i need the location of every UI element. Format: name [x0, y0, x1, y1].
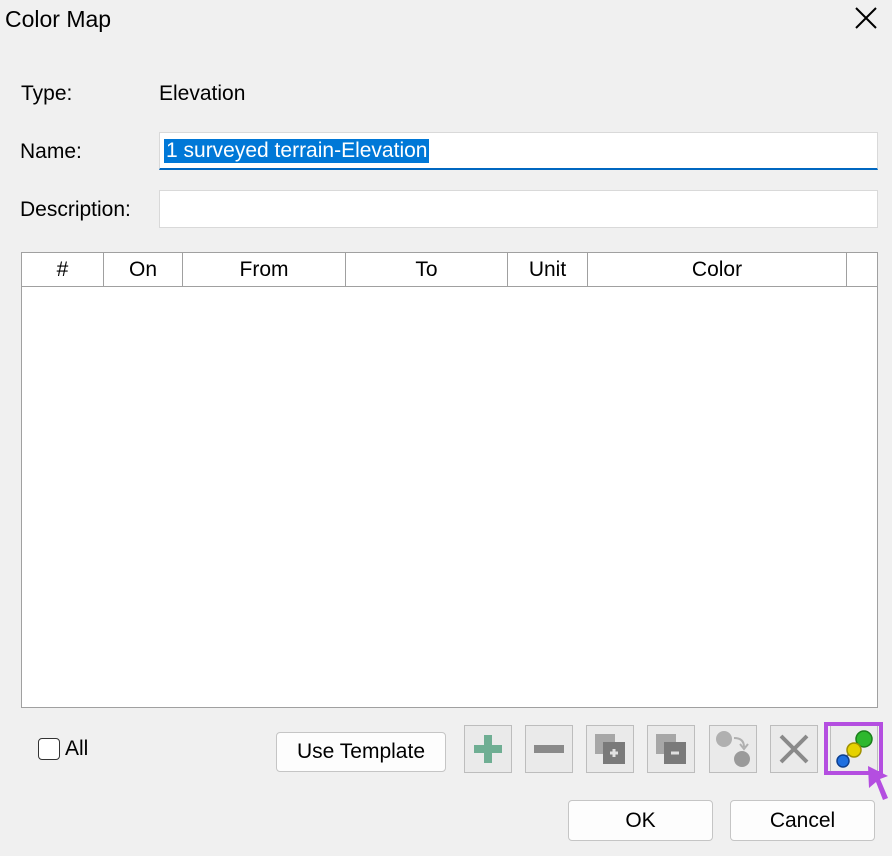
column-header-on[interactable]: On	[104, 253, 183, 286]
close-button[interactable]	[846, 0, 886, 36]
name-input-text: 1 surveyed terrain-Elevation	[164, 139, 430, 163]
description-input[interactable]	[159, 190, 878, 228]
add-row-icon	[474, 735, 502, 763]
type-label: Type:	[21, 82, 73, 105]
column-header-to[interactable]: To	[346, 253, 508, 286]
column-header-color[interactable]: Color	[588, 253, 847, 286]
all-checkbox-box[interactable]	[38, 738, 60, 760]
reorder-icon	[716, 731, 750, 767]
cursor-icon	[868, 766, 888, 800]
close-icon	[855, 7, 877, 29]
cancel-button[interactable]: Cancel	[730, 800, 875, 841]
title-bar: Color Map	[0, 0, 892, 40]
insert-below-icon	[656, 734, 686, 764]
insert-above-icon	[595, 734, 625, 764]
name-input[interactable]: 1 surveyed terrain-Elevation	[159, 132, 878, 170]
column-header-from[interactable]: From	[183, 253, 346, 286]
all-checkbox[interactable]: All	[38, 737, 88, 761]
remove-row-button[interactable]	[525, 725, 573, 773]
column-header-unit[interactable]: Unit	[508, 253, 588, 286]
all-checkbox-label: All	[65, 737, 89, 760]
table-header: # On From To Unit Color	[22, 253, 877, 287]
color-map-table[interactable]: # On From To Unit Color	[21, 252, 878, 708]
add-row-button[interactable]	[464, 725, 512, 773]
insert-above-button[interactable]	[586, 725, 634, 773]
delete-button[interactable]	[770, 725, 818, 773]
name-label: Name:	[20, 140, 82, 163]
reorder-button[interactable]	[709, 725, 757, 773]
window-title: Color Map	[5, 6, 112, 32]
column-header-number[interactable]: #	[22, 253, 104, 286]
insert-below-button[interactable]	[647, 725, 695, 773]
type-value: Elevation	[159, 82, 246, 105]
use-template-button[interactable]: Use Template	[276, 732, 446, 772]
ok-button[interactable]: OK	[568, 800, 713, 841]
delete-icon	[779, 734, 809, 764]
remove-row-icon	[534, 745, 564, 753]
description-label: Description:	[20, 198, 131, 221]
